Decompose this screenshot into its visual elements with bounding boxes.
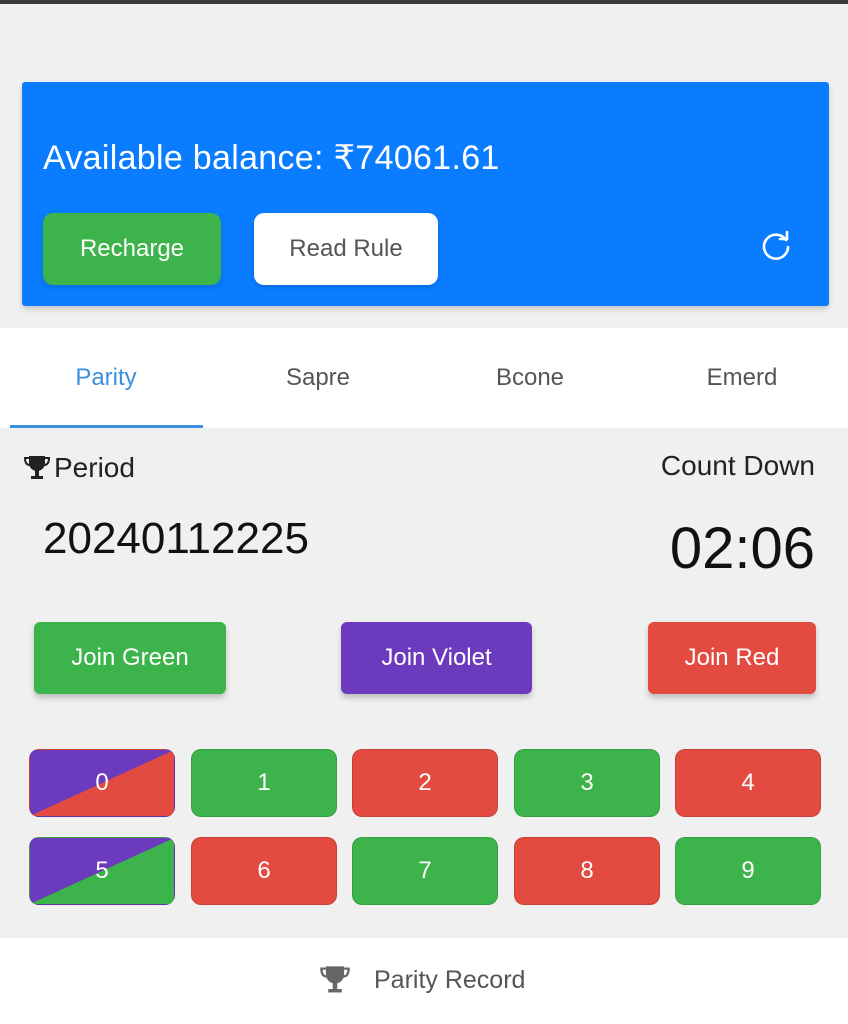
- active-tab-indicator: [10, 425, 203, 428]
- number-button-5[interactable]: 5: [29, 837, 175, 905]
- available-balance: Available balance: ₹74061.61: [43, 139, 500, 177]
- join-violet-button[interactable]: Join Violet: [341, 622, 532, 694]
- period-value: 20240112225: [43, 514, 309, 563]
- refresh-icon[interactable]: [758, 228, 794, 264]
- parity-record-bar[interactable]: Parity Record: [0, 938, 848, 1024]
- number-button-3[interactable]: 3: [514, 749, 660, 817]
- tab-parity[interactable]: Parity: [0, 328, 212, 428]
- number-button-9[interactable]: 9: [675, 837, 821, 905]
- parity-record-link[interactable]: Parity Record: [318, 964, 525, 996]
- number-button-0[interactable]: 0: [29, 749, 175, 817]
- trophy-icon: [23, 456, 51, 479]
- number-button-8[interactable]: 8: [514, 837, 660, 905]
- read-rule-button[interactable]: Read Rule: [254, 213, 438, 285]
- countdown-value: 02:06: [669, 516, 815, 581]
- parity-record-label: Parity Record: [374, 965, 526, 994]
- tab-emerd[interactable]: Emerd: [636, 328, 848, 428]
- tab-bcone[interactable]: Bcone: [424, 328, 636, 428]
- number-button-4[interactable]: 4: [675, 749, 821, 817]
- join-green-button[interactable]: Join Green: [34, 622, 226, 694]
- number-button-7[interactable]: 7: [352, 837, 498, 905]
- join-red-button[interactable]: Join Red: [648, 622, 816, 694]
- game-tabs: Parity Sapre Bcone Emerd: [0, 328, 848, 428]
- period-label: Period: [22, 452, 135, 484]
- balance-card: Available balance: ₹74061.61 Recharge Re…: [22, 82, 829, 306]
- status-bar-edge: [0, 0, 848, 4]
- period-label-text: Period: [54, 452, 135, 483]
- countdown-label: Count Down: [660, 450, 815, 481]
- number-button-1[interactable]: 1: [191, 749, 337, 817]
- number-button-2[interactable]: 2: [352, 749, 498, 817]
- tab-sapre[interactable]: Sapre: [212, 328, 424, 428]
- trophy-icon: [320, 966, 350, 993]
- number-button-6[interactable]: 6: [191, 837, 337, 905]
- recharge-button[interactable]: Recharge: [43, 213, 221, 285]
